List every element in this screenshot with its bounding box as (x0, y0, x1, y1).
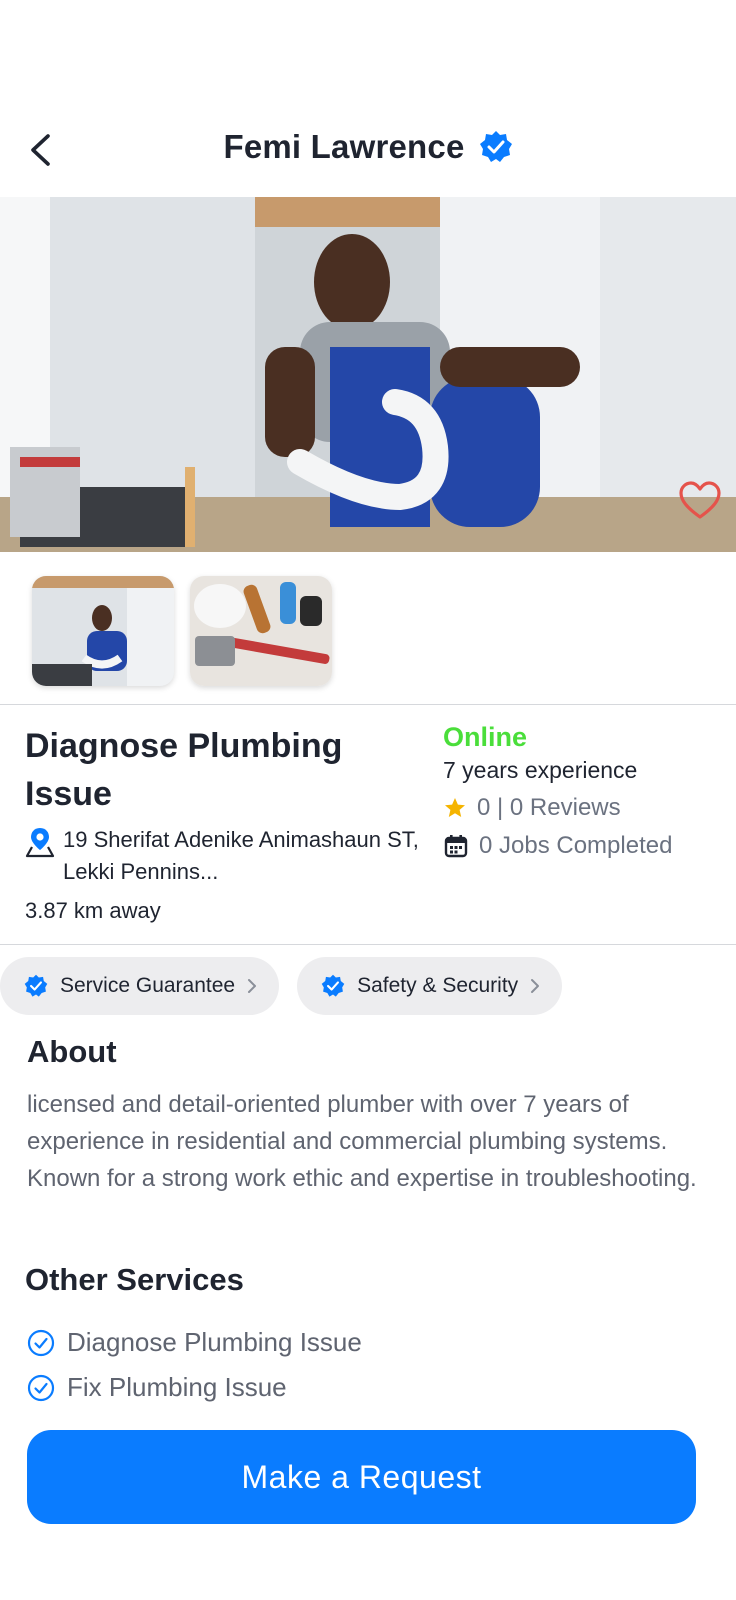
star-icon (445, 798, 465, 817)
make-request-button[interactable]: Make a Request (27, 1430, 696, 1524)
list-item[interactable]: Fix Plumbing Issue (27, 1365, 362, 1410)
experience-text: 7 years experience (443, 757, 638, 783)
divider-top (0, 704, 736, 705)
service-item-label: Diagnose Plumbing Issue (67, 1327, 362, 1357)
distance-text: 3.87 km away (25, 898, 161, 923)
service-info: Diagnose Plumbing Issue 19 Sherifat Aden… (25, 722, 435, 924)
jobs-text: 0 Jobs Completed (479, 832, 673, 859)
thumbnail-tools[interactable] (190, 576, 332, 686)
address-text: 19 Sherifat Adenike Animashaun ST, Lekki… (63, 827, 419, 884)
title-wrap: Femi Lawrence (0, 128, 736, 166)
other-services-heading: Other Services (25, 1262, 244, 1297)
thumbnail-plumber[interactable] (32, 576, 174, 686)
verified-badge-icon (321, 974, 345, 997)
jobs-row: 0 Jobs Completed (443, 832, 733, 860)
provider-status: Online 7 years experience 0 | 0 Reviews … (443, 722, 733, 860)
about-heading: About (27, 1034, 117, 1069)
app-header: Femi Lawrence (0, 118, 736, 184)
thumbnail-strip (32, 576, 332, 686)
chip-safety-security[interactable]: Safety & Security (297, 957, 563, 1015)
verified-badge-icon (24, 974, 48, 997)
check-circle-icon (27, 1374, 55, 1401)
service-title: Diagnose Plumbing Issue (25, 727, 343, 813)
hero-image (0, 197, 736, 552)
heart-outline-icon (679, 481, 721, 519)
chevron-right-icon (248, 979, 257, 993)
provider-name: Femi Lawrence (223, 128, 465, 165)
chevron-right-icon (531, 979, 540, 993)
reviews-row[interactable]: 0 | 0 Reviews (443, 794, 733, 822)
make-request-label: Make a Request (241, 1458, 482, 1495)
chip-service-guarantee[interactable]: Service Guarantee (0, 957, 280, 1015)
service-item-label: Fix Plumbing Issue (67, 1372, 287, 1402)
calendar-icon (444, 835, 468, 858)
assurance-chips: Service Guarantee Safety & Security (0, 957, 563, 1015)
chip-label: Service Guarantee (60, 974, 236, 997)
chip-label: Safety & Security (357, 974, 519, 997)
location-pin-icon (25, 828, 55, 858)
list-item[interactable]: Diagnose Plumbing Issue (27, 1320, 362, 1365)
verified-badge-icon (479, 130, 513, 164)
reviews-text: 0 | 0 Reviews (477, 794, 621, 821)
address-row: 19 Sherifat Adenike Animashaun ST, Lekki… (25, 824, 435, 888)
online-status: Online (443, 722, 528, 752)
favorite-button[interactable] (676, 477, 724, 525)
other-services-list: Diagnose Plumbing Issue Fix Plumbing Iss… (27, 1320, 362, 1410)
check-circle-icon (27, 1329, 55, 1356)
about-text: licensed and detail-oriented plumber wit… (27, 1091, 697, 1192)
divider-middle (0, 944, 736, 945)
